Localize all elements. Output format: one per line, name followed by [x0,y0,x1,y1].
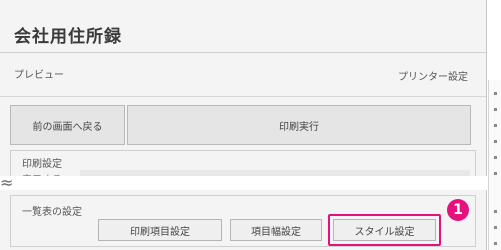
scroll-tick [494,226,497,229]
scroll-tick [494,156,497,159]
callout-highlight [328,214,441,246]
column-width-button[interactable]: 項目幅設定 [230,219,322,241]
callout-badge: 1 [447,199,469,221]
scrollbar[interactable] [488,80,501,250]
scroll-tick [494,172,497,175]
back-button[interactable]: 前の画面へ戻る [10,105,125,145]
print-execute-button[interactable]: 印刷実行 [127,105,471,145]
scroll-tick [494,242,497,245]
app-window: 会社用住所録 プレビュー プリンター設定 前の画面へ戻る 印刷実行 印刷設定 表… [0,0,487,250]
scroll-tick [494,140,497,143]
scroll-tick [494,124,497,127]
print-settings-label: 印刷設定 [22,159,62,170]
toolbar-divider [0,96,486,97]
scroll-tick [494,108,497,111]
cut-separator [0,176,501,190]
wave-break-icon: ≈ [0,173,14,192]
preview-label: プレビュー [14,70,64,81]
list-settings-label: 一覧表の設定 [22,207,82,218]
page-title: 会社用住所録 [14,27,122,47]
title-divider [0,52,486,53]
printer-settings-link[interactable]: プリンター設定 [398,68,468,83]
print-items-button[interactable]: 印刷項目設定 [98,219,222,241]
scroll-tick [494,210,497,213]
scroll-tick [494,92,497,95]
